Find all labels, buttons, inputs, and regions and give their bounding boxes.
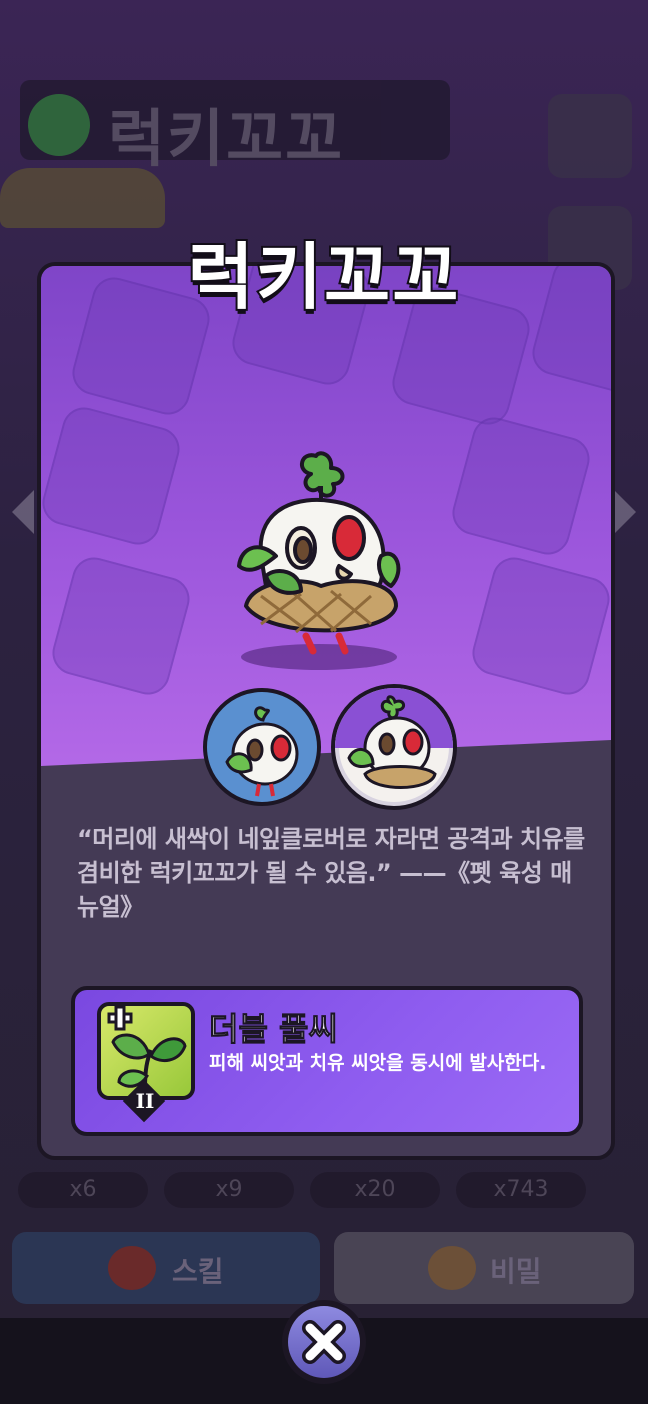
background-pill: x9 <box>164 1172 294 1208</box>
baby-pet-icon <box>225 706 299 797</box>
background-title: 럭키꼬꼬 <box>108 102 345 175</box>
close-button[interactable] <box>282 1300 366 1384</box>
skill-name: 더블 풀씨 <box>209 1010 339 1049</box>
background-title-bar: 럭키꼬꼬 <box>20 80 450 175</box>
skill-level-text: II <box>135 1089 155 1113</box>
background-pill: x743 <box>456 1172 586 1208</box>
background-logo <box>28 94 90 156</box>
pet-sprite-icon <box>221 446 421 656</box>
skill-description: 피해 씨앗과 치유 씨앗을 동시에 발사한다. <box>209 1052 547 1074</box>
close-icon <box>302 1320 346 1364</box>
background-side-button <box>548 94 632 178</box>
background-prev-arrow-icon <box>12 490 34 534</box>
background-secret-icon <box>428 1246 476 1290</box>
pet-description: “머리에 새싹이 네잎클로버로 자라면 공격과 치유를 겸비한 럭키꼬꼬가 될 … <box>77 825 585 921</box>
background-next-arrow-icon <box>614 490 636 534</box>
background-skill-icon <box>108 1246 156 1290</box>
background-pill: x20 <box>310 1172 440 1208</box>
pet-form-portrait-adult[interactable] <box>331 684 457 810</box>
pet-info-card: “머리에 새싹이 네잎클로버로 자라면 공격과 치유를 겸비한 럭키꼬꼬가 될 … <box>37 262 615 1160</box>
skill-panel[interactable]: II 더블 풀씨 피해 씨앗과 치유 씨앗을 동시에 발사한다. <box>71 986 583 1136</box>
pet-form-portrait-baby[interactable] <box>203 688 321 806</box>
pet-name-title: 럭키꼬꼬 <box>186 233 461 321</box>
background-skill-button: 스킬 <box>12 1232 320 1304</box>
adult-pet-icon <box>335 688 453 789</box>
pet-art-panel <box>41 266 611 766</box>
background-secret-button: 비밀 <box>334 1232 634 1304</box>
background-pill: x6 <box>18 1172 148 1208</box>
